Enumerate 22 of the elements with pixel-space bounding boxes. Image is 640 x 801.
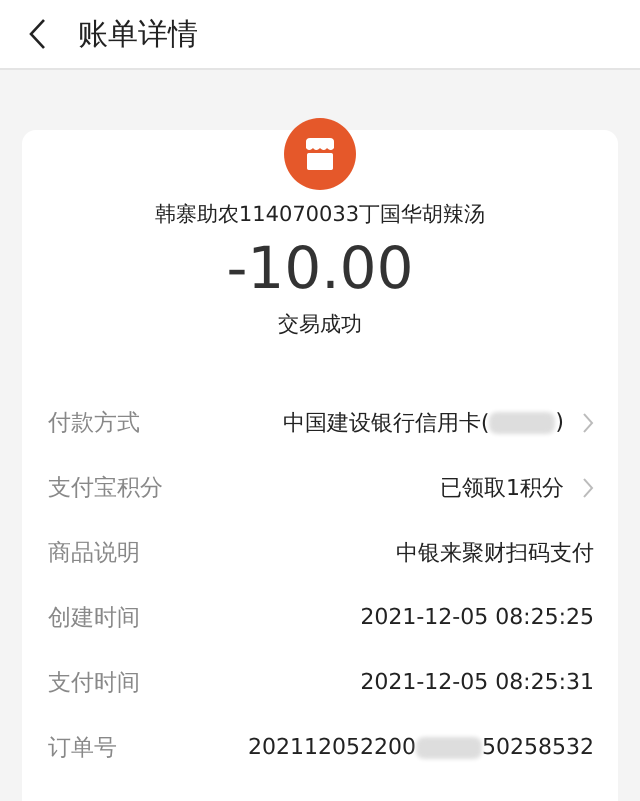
back-button[interactable] — [28, 18, 46, 50]
row-label: 创建时间 — [48, 604, 140, 633]
row-value: 202112052200 — [248, 735, 416, 760]
row-value: 50258532 — [482, 735, 594, 760]
row-label: 付款方式 — [48, 409, 140, 438]
row-value: 2021-12-05 08:25:25 — [360, 605, 594, 630]
row-label: 支付宝积分 — [48, 474, 163, 503]
merchant-name: 韩寨助农114070033丁国华胡辣汤 — [154, 201, 486, 228]
row-value: 已领取1积分 — [440, 474, 564, 502]
status-text: 交易成功 — [277, 311, 363, 338]
row-label: 支付时间 — [48, 669, 140, 698]
back-icon — [28, 18, 46, 50]
row-label: 订单号 — [48, 734, 117, 763]
row-label: 商品说明 — [48, 539, 140, 568]
row-value: 中国建设银行信用卡( — [282, 410, 490, 438]
chevron-icon[interactable] — [582, 412, 594, 434]
row-value: 2021-12-05 08:25:31 — [360, 670, 594, 695]
row-value: ) — [555, 410, 564, 435]
row-value: 中银来聚财扫码支付 — [396, 540, 594, 568]
chevron-icon[interactable] — [582, 476, 594, 498]
page-title: 账单详情 — [78, 16, 198, 54]
amount: -10.00 — [226, 234, 414, 302]
